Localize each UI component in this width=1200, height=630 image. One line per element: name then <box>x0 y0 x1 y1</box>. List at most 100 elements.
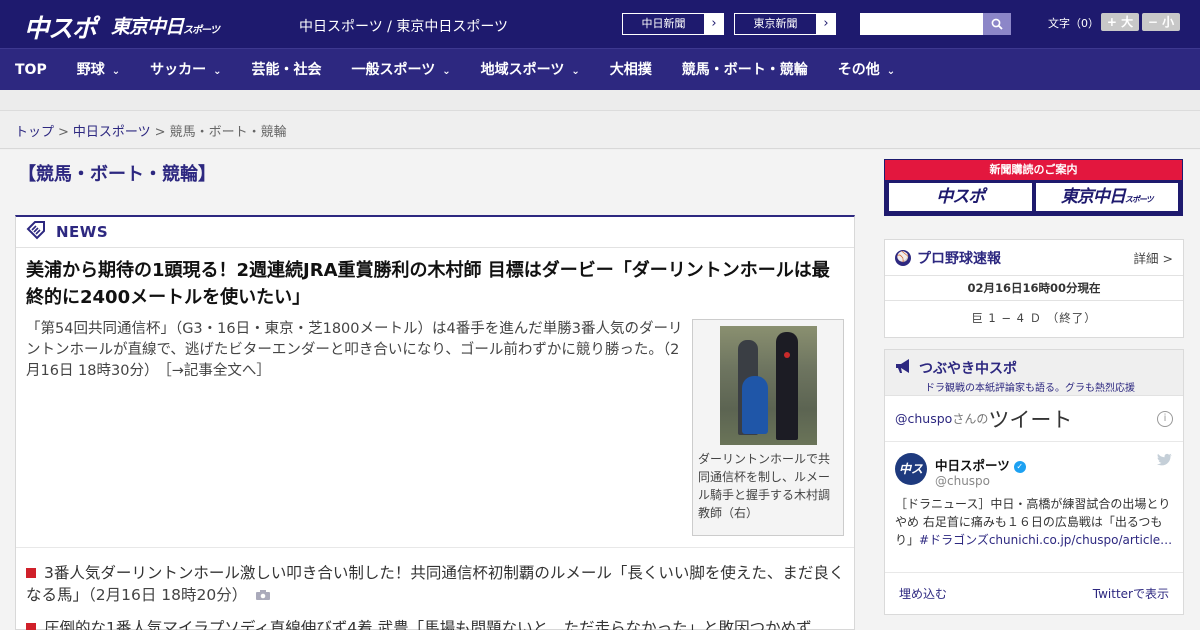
nav-label: 一般スポーツ <box>351 61 436 78</box>
nav-item-sumo[interactable]: 大相撲 <box>595 49 667 91</box>
breadcrumb: トップ > 中日スポーツ > 競馬・ボート・競輪 <box>0 111 1200 149</box>
tweet-author-handle[interactable]: @chuspo <box>935 474 990 488</box>
breadcrumb-top[interactable]: トップ <box>15 125 54 140</box>
score-line[interactable]: 巨 1 − 4 Ｄ （終了） <box>885 301 1183 326</box>
embed-link[interactable]: 埋め込む <box>899 585 947 602</box>
news-list-item[interactable]: 3番人気ダーリントンホール激しい叩き合い制した！共同通信杯初制覇のルメール「長く… <box>26 562 846 608</box>
photo-caption: ダーリントンホールで共同通信杯を制し、ルメール騎手と握手する木村調教師（右） <box>698 452 831 520</box>
scores-header: ⚾ プロ野球速報 詳細 > <box>885 240 1183 276</box>
chevron-down-icon: ⌄ <box>886 65 896 77</box>
twitter-handle-link[interactable]: @chuspo <box>895 411 952 426</box>
font-smaller-button[interactable]: − 小 <box>1142 13 1180 31</box>
breadcrumb-separator: > <box>58 125 69 140</box>
nav-item-regional-sports[interactable]: 地域スポーツ ⌄ <box>466 49 595 91</box>
tweets-by-heading: @chuspo さんの ツイート i <box>885 396 1183 442</box>
site-title: 中日スポーツ / 東京中日スポーツ <box>299 19 509 35</box>
chuspo-logo[interactable]: 中スポ <box>24 9 97 45</box>
news-section-title: NEWS <box>56 223 109 241</box>
nav-item-entertainment[interactable]: 芸能・社会 <box>237 49 337 91</box>
photo-figure <box>742 376 768 434</box>
tokyo-logo-text: 東京中日 <box>111 16 184 38</box>
lead-photo[interactable] <box>720 326 817 445</box>
twitter-bird-icon[interactable] <box>1157 453 1173 471</box>
font-larger-button[interactable]: + 大 <box>1101 13 1139 31</box>
scores-timestamp: 02月16日16時00分現在 <box>885 276 1183 301</box>
avatar[interactable]: 中スポ <box>895 453 927 508</box>
red-bullet-icon <box>26 623 36 630</box>
twitter-widget-subtitle: ドラ観戦の本紙評論家も語る。グラも熱烈応援 <box>925 383 1135 394</box>
nav-label: その他 <box>837 61 880 78</box>
megaphone-icon <box>895 358 913 378</box>
nav-label: 競馬・ボート・競輪 <box>681 61 808 78</box>
nav-label: TOP <box>15 61 47 78</box>
tokyo-chunichi-logo[interactable]: 東京中日スポーツ <box>111 12 220 39</box>
nav-item-top[interactable]: TOP <box>0 49 62 91</box>
subscription-banner-title: 新聞購読のご案内 <box>885 160 1182 180</box>
tweet-text: ［ドラニュース］中日・高橋が練習試合の出場とりやめ 右足首に痛みも１６日の広島戦… <box>895 495 1175 549</box>
nav-label: サッカー <box>150 61 207 78</box>
chevron-right-icon: › <box>705 14 723 34</box>
news-panel: NEWS 美浦から期待の1頭現る！2週連続JRA重賞勝利の木村師 目標はダービー… <box>15 215 855 630</box>
nav-item-racing[interactable]: 競馬・ボート・競輪 <box>667 49 823 91</box>
chevron-down-icon: ⌄ <box>442 65 451 77</box>
search-button[interactable] <box>983 13 1011 35</box>
tweets-by-san: さんの <box>952 412 989 426</box>
news-item-text: 圧倒的な1番人気マイラプソディ直線伸びず4着 武豊「馬場も問題ないと…ただ走らな… <box>44 619 812 630</box>
nav-label: 芸能・社会 <box>251 61 322 78</box>
spacer-strip <box>0 90 1200 111</box>
tokyo-shimbun-label: 東京新聞 <box>735 14 817 34</box>
search-input[interactable] <box>860 13 983 35</box>
read-more-link[interactable]: ［→記事全文へ］ <box>164 363 270 379</box>
chunichi-shimbun-label: 中日新聞 <box>623 14 705 34</box>
page-title: 【競馬・ボート・競輪】 <box>18 164 216 185</box>
top-header: 中スポ 東京中日スポーツ 中日スポーツ / 東京中日スポーツ 中日新聞 › 東京… <box>0 0 1200 48</box>
lead-article-title[interactable]: 美浦から期待の1頭現る！2週連続JRA重賞勝利の木村師 目標はダービー「ダーリン… <box>26 257 838 311</box>
divider <box>16 547 854 548</box>
tokyo-banner-text: 東京中日 <box>1060 187 1126 207</box>
tokyo-shimbun-link[interactable]: 東京新聞 › <box>734 13 836 35</box>
news-header: NEWS <box>16 217 854 248</box>
tweet-author-name-text: 中日スポーツ <box>935 458 1010 473</box>
tweets-label: ツイート <box>988 407 1073 432</box>
tweet-hashtag-link[interactable]: #ドラゴンズchunichi.co.jp/chuspo/article… <box>919 533 1172 547</box>
nav-item-other[interactable]: その他 ⌄ <box>823 49 910 91</box>
chevron-down-icon: ⌄ <box>571 65 580 77</box>
info-icon[interactable]: i <box>1157 410 1173 427</box>
main-nav: TOP 野球 ⌄ サッカー ⌄ 芸能・社会 一般スポーツ ⌄ 地域スポーツ ⌄ 大相撲 … <box>0 48 1200 90</box>
nav-label: 野球 <box>76 61 105 78</box>
camera-icon <box>251 589 271 604</box>
lead-article-body: 「第54回共同通信杯」（G3・16日・東京・芝1800メートル）は4番手を進んだ… <box>26 319 686 382</box>
photo-detail <box>784 352 790 358</box>
nav-item-general-sports[interactable]: 一般スポーツ ⌄ <box>337 49 466 91</box>
nav-item-baseball[interactable]: 野球 ⌄ <box>62 49 135 91</box>
font-size-label: 文字（0） <box>1048 17 1099 30</box>
baseball-icon: ⚾ <box>895 249 911 266</box>
search-icon <box>991 18 1003 30</box>
chevron-down-icon: ⌄ <box>213 65 222 77</box>
scores-title: プロ野球速報 <box>917 250 1001 267</box>
chunichi-shimbun-link[interactable]: 中日新聞 › <box>622 13 724 35</box>
lead-photo-box: ダーリントンホールで共同通信杯を制し、ルメール騎手と握手する木村調教師（右） <box>692 319 844 536</box>
tokyo-logo-small: スポーツ <box>183 25 220 36</box>
tokyo-banner-small: スポーツ <box>1124 195 1154 204</box>
baseball-scores-box: ⚾ プロ野球速報 詳細 > 02月16日16時00分現在 巨 1 − 4 Ｄ （… <box>884 239 1184 338</box>
subscription-banner[interactable]: 新聞購読のご案内 中スポ 東京中日スポーツ <box>884 159 1183 216</box>
tweet-author-name[interactable]: 中日スポーツ ✓ <box>935 455 1026 474</box>
view-on-twitter-link[interactable]: Twitterで表示 <box>1093 585 1169 602</box>
scores-detail-link[interactable]: 詳細 > <box>1134 248 1173 267</box>
chevron-down-icon: ⌄ <box>111 65 121 77</box>
verified-icon: ✓ <box>1013 460 1026 473</box>
breadcrumb-chunichi-sports[interactable]: 中日スポーツ <box>73 125 151 140</box>
news-list-item[interactable]: 圧倒的な1番人気マイラプソディ直線伸びず4着 武豊「馬場も問題ないと…ただ走らな… <box>26 617 846 630</box>
twitter-widget-title: つぶやき中スポ <box>919 361 1017 377</box>
breadcrumb-separator: > <box>154 125 166 140</box>
nav-item-soccer[interactable]: サッカー ⌄ <box>135 49 236 91</box>
twitter-widget-footer: 埋め込む Twitterで表示 <box>885 572 1183 614</box>
twitter-widget: つぶやき中スポ ドラ観戦の本紙評論家も語る。グラも熱烈応援 @chuspo さん… <box>884 349 1184 615</box>
photo-figure <box>776 332 798 440</box>
tag-icon <box>26 220 46 245</box>
lead-article-text: 「第54回共同通信杯」（G3・16日・東京・芝1800メートル）は4番手を進んだ… <box>26 321 683 379</box>
chevron-right-icon: › <box>817 14 835 34</box>
red-bullet-icon <box>26 568 36 578</box>
chuspo-banner-logo: 中スポ <box>889 183 1032 211</box>
